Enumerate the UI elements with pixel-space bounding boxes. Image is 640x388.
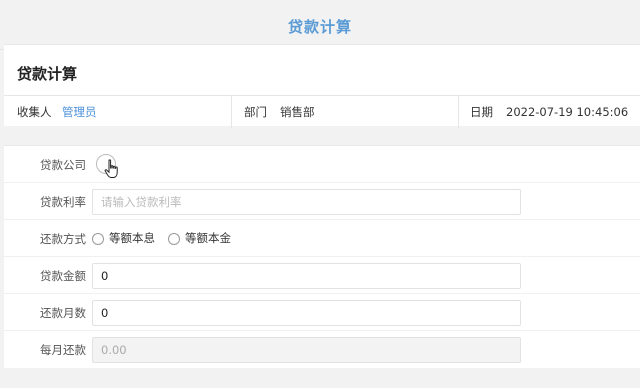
months-input[interactable] <box>92 300 521 326</box>
department-label: 部门 <box>244 105 267 119</box>
radio-label: 等额本息 <box>109 231 155 245</box>
months-label: 还款月数 <box>40 306 86 320</box>
company-row: 贷款公司 <box>4 146 640 183</box>
page-title: 贷款计算 <box>17 65 78 83</box>
radio-equal-installment[interactable]: 等额本息 <box>92 231 155 245</box>
method-label: 还款方式 <box>40 232 86 246</box>
radio-circle <box>168 232 180 245</box>
amount-input[interactable] <box>92 263 521 289</box>
amount-row: 贷款金额 <box>4 257 640 294</box>
divider <box>231 96 232 128</box>
divider <box>458 96 459 128</box>
radio-equal-principal[interactable]: 等额本金 <box>168 231 231 245</box>
loan-form: 贷款公司 贷款利率 还款方式 等额本息 等额本金 贷款金额 还款月数 每月还款 <box>4 145 640 368</box>
collector-value[interactable]: 管理员 <box>62 96 97 128</box>
date-label: 日期 <box>470 105 493 119</box>
department-value: 销售部 <box>280 105 315 119</box>
rate-row: 贷款利率 <box>4 183 640 220</box>
hand-cursor-icon <box>104 159 118 178</box>
radio-circle <box>92 232 104 245</box>
collector-label: 收集人 <box>17 105 52 119</box>
meta-bar: 收集人 管理员 部门 销售部 日期 2022-07-19 10:45:06 <box>4 95 640 128</box>
radio-label: 等额本金 <box>185 231 231 245</box>
monthly-label: 每月还款 <box>40 343 86 357</box>
rate-input[interactable] <box>92 189 521 215</box>
date-value: 2022-07-19 10:45:06 <box>506 105 629 119</box>
bottom-strip <box>0 368 640 388</box>
rate-label: 贷款利率 <box>40 195 86 209</box>
form-header-card: 贷款计算 收集人 管理员 部门 销售部 日期 2022-07-19 10:45:… <box>4 44 640 128</box>
top-header: 贷款计算 <box>0 0 640 50</box>
method-row: 还款方式 等额本息 等额本金 <box>4 220 640 257</box>
monthly-row: 每月还款 <box>4 331 640 368</box>
company-label: 贷款公司 <box>40 158 86 172</box>
monthly-payment-field <box>92 337 521 363</box>
app-title: 贷款计算 <box>287 18 352 36</box>
months-row: 还款月数 <box>4 294 640 331</box>
amount-label: 贷款金额 <box>40 269 86 283</box>
